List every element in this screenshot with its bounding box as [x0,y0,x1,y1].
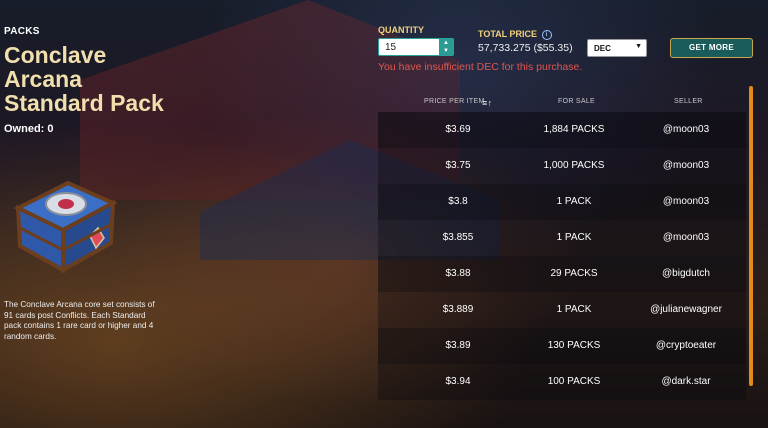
currency-selected: DEC [594,44,611,53]
row-seller[interactable]: @bigdutch [662,268,710,279]
row-seller[interactable]: @moon03 [663,196,709,207]
pack-description: The Conclave Arcana core set consists of… [4,300,155,341]
table-row[interactable]: $3.94 100 PACKS @dark.star [378,364,746,400]
row-for-sale: 1 PACK [556,232,592,243]
row-price: $3.8 [448,196,468,207]
total-price-value: 57,733.275 ($55.35) [478,42,573,54]
table-header: PRICE PER ITEM ≡↑ FOR SALE SELLER [378,94,746,112]
row-seller[interactable]: @dark.star [661,376,710,387]
row-seller[interactable]: @moon03 [663,232,709,243]
total-price-label: TOTAL PRICE i [478,29,552,40]
row-price: $3.94 [445,376,471,387]
row-price: $3.75 [445,160,471,171]
header-seller: SELLER [674,98,703,105]
total-price-label-text: TOTAL PRICE [478,29,538,39]
row-for-sale: 1,000 PACKS [543,160,605,171]
header-price[interactable]: PRICE PER ITEM [424,98,485,105]
row-for-sale: 100 PACKS [547,376,601,387]
info-icon[interactable]: i [541,29,552,40]
listings-table: PRICE PER ITEM ≡↑ FOR SALE SELLER $3.69 … [378,94,746,422]
sort-icon[interactable]: ≡↑ [482,98,492,108]
stepper-up-icon[interactable]: ▲ [439,39,453,47]
table-row[interactable]: $3.855 1 PACK @moon03 [378,220,746,256]
row-for-sale: 130 PACKS [547,340,601,351]
table-row[interactable]: $3.88 29 PACKS @bigdutch [378,256,746,292]
quantity-stepper[interactable]: 15 ▲ ▼ [378,38,454,56]
row-seller[interactable]: @julianewagner [650,304,722,315]
stepper-down-icon[interactable]: ▼ [439,47,453,55]
row-seller[interactable]: @moon03 [663,124,709,135]
table-row[interactable]: $3.8 1 PACK @moon03 [378,184,746,220]
page-title: Conclave Arcana Standard Pack [4,43,164,115]
table-row[interactable]: $3.69 1,884 PACKS @moon03 [378,112,746,148]
currency-select[interactable]: DEC ▼ [587,39,647,57]
get-more-button[interactable]: GET MORE [670,38,753,58]
table-row[interactable]: $3.75 1,000 PACKS @moon03 [378,148,746,184]
row-price: $3.889 [442,304,474,315]
title-line: Standard Pack [4,90,164,116]
row-seller[interactable]: @moon03 [663,160,709,171]
row-for-sale: 1 PACK [556,196,592,207]
section-eyebrow: PACKS [4,26,40,37]
row-seller[interactable]: @cryptoeater [656,340,716,351]
chevron-down-icon: ▼ [635,43,642,50]
table-row[interactable]: $3.889 1 PACK @julianewagner [378,292,746,328]
header-for-sale: FOR SALE [558,98,596,105]
row-price: $3.69 [445,124,471,135]
quantity-value[interactable]: 15 [385,42,396,53]
quantity-stepper-arrows[interactable]: ▲ ▼ [439,39,453,55]
row-for-sale: 1 PACK [556,304,592,315]
row-for-sale: 29 PACKS [550,268,598,279]
scrollbar-thumb[interactable] [749,86,753,386]
insufficient-funds-warning: You have insufficient DEC for this purch… [378,61,583,73]
pack-chest-image [13,180,118,274]
row-for-sale: 1,884 PACKS [543,124,605,135]
row-price: $3.855 [442,232,474,243]
quantity-label: QUANTITY [378,25,424,35]
pack-info: PACKS Conclave Arcana Standard Pack Owne… [4,26,164,135]
row-price: $3.89 [445,340,471,351]
owned-count: Owned: 0 [4,123,54,135]
table-body: $3.69 1,884 PACKS @moon03 $3.75 1,000 PA… [378,112,746,422]
table-row[interactable]: $3.89 130 PACKS @cryptoeater [378,328,746,364]
title-line: Arcana [4,66,82,92]
row-price: $3.88 [445,268,471,279]
title-line: Conclave [4,42,107,68]
